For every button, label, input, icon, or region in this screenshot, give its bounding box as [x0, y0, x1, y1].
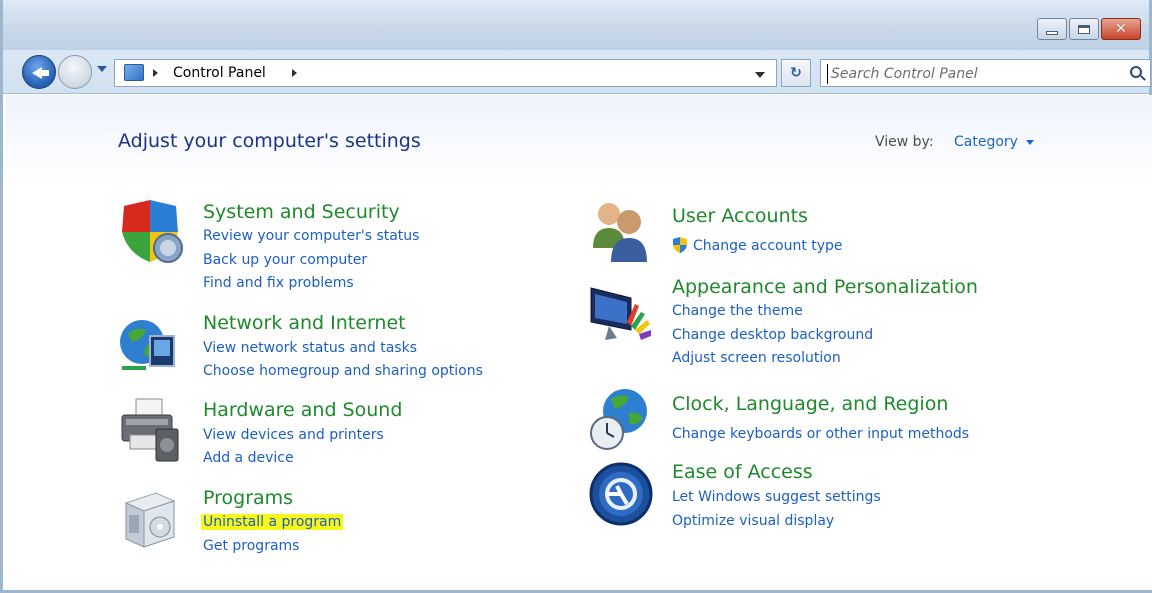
link-optimize-visual[interactable]: Optimize visual display	[672, 513, 834, 529]
view-by-label: View by:	[875, 134, 934, 150]
recent-pages-dropdown-icon[interactable]	[97, 66, 107, 72]
search-icon[interactable]	[1130, 66, 1142, 78]
users-icon[interactable]	[587, 198, 655, 266]
uninstall-highlight[interactable]: Uninstall a program	[201, 514, 344, 530]
search-input[interactable]	[827, 64, 1117, 84]
shield-icon[interactable]	[116, 198, 184, 266]
link-windows-suggest[interactable]: Let Windows suggest settings	[672, 489, 881, 505]
category-ease-of-access[interactable]: Ease of Access	[672, 461, 813, 483]
view-by-dropdown[interactable]: Category	[954, 134, 1018, 150]
link-devices-printers[interactable]: View devices and printers	[203, 427, 384, 443]
link-add-device[interactable]: Add a device	[203, 450, 294, 466]
control-panel-icon	[124, 64, 144, 81]
category-user-accounts[interactable]: User Accounts	[672, 205, 808, 227]
category-appearance-personalization[interactable]: Appearance and Personalization	[672, 276, 978, 298]
minimize-button[interactable]	[1037, 18, 1067, 40]
category-hardware-sound[interactable]: Hardware and Sound	[203, 399, 402, 421]
title-bar[interactable]	[3, 0, 1149, 50]
link-change-theme[interactable]: Change the theme	[672, 303, 803, 319]
ease-of-access-icon[interactable]	[587, 460, 655, 528]
breadcrumb-chevron-icon[interactable]	[153, 69, 158, 77]
category-clock-language-region[interactable]: Clock, Language, and Region	[672, 393, 948, 415]
monitor-paint-icon[interactable]	[587, 282, 655, 350]
link-change-account-type[interactable]: Change account type	[693, 238, 843, 254]
control-panel-window: ✕ Control Panel ↻ Adjust your computer's…	[0, 0, 1152, 593]
link-back-up[interactable]: Back up your computer	[203, 252, 367, 268]
refresh-icon: ↻	[790, 65, 802, 81]
link-review-status[interactable]: Review your computer's status	[203, 228, 419, 244]
maximize-icon	[1078, 24, 1090, 34]
chevron-down-icon[interactable]	[1026, 140, 1034, 145]
forward-button[interactable]	[58, 55, 92, 89]
breadcrumb-control-panel[interactable]: Control Panel	[173, 65, 266, 81]
link-get-programs[interactable]: Get programs	[203, 538, 299, 554]
category-network-internet[interactable]: Network and Internet	[203, 312, 406, 334]
maximize-button[interactable]	[1069, 18, 1099, 40]
refresh-button[interactable]: ↻	[781, 59, 811, 87]
link-network-status[interactable]: View network status and tasks	[203, 340, 417, 356]
category-system-security[interactable]: System and Security	[203, 201, 400, 223]
minimize-icon	[1046, 31, 1058, 35]
search-field[interactable]	[820, 59, 1151, 87]
link-desktop-background[interactable]: Change desktop background	[672, 327, 873, 343]
breadcrumb-chevron-icon[interactable]	[292, 69, 297, 77]
address-field[interactable]: Control Panel	[114, 59, 777, 87]
link-homegroup[interactable]: Choose homegroup and sharing options	[203, 363, 483, 379]
link-change-keyboards[interactable]: Change keyboards or other input methods	[672, 426, 969, 442]
network-globe-icon[interactable]	[116, 312, 184, 380]
close-icon: ✕	[1115, 21, 1127, 37]
printer-icon[interactable]	[116, 395, 184, 463]
back-button[interactable]	[22, 55, 56, 89]
close-button[interactable]: ✕	[1101, 18, 1141, 40]
globe-clock-icon[interactable]	[587, 385, 655, 453]
programs-box-icon[interactable]	[116, 485, 184, 553]
page-title: Adjust your computer's settings	[118, 130, 421, 152]
uac-shield-icon	[673, 237, 687, 253]
category-programs[interactable]: Programs	[203, 487, 293, 509]
address-history-dropdown-icon[interactable]	[755, 72, 765, 78]
link-screen-resolution[interactable]: Adjust screen resolution	[672, 350, 841, 366]
link-find-fix[interactable]: Find and fix problems	[203, 275, 354, 291]
link-uninstall-program[interactable]: Uninstall a program	[201, 514, 344, 530]
caption-buttons: ✕	[1035, 18, 1141, 44]
